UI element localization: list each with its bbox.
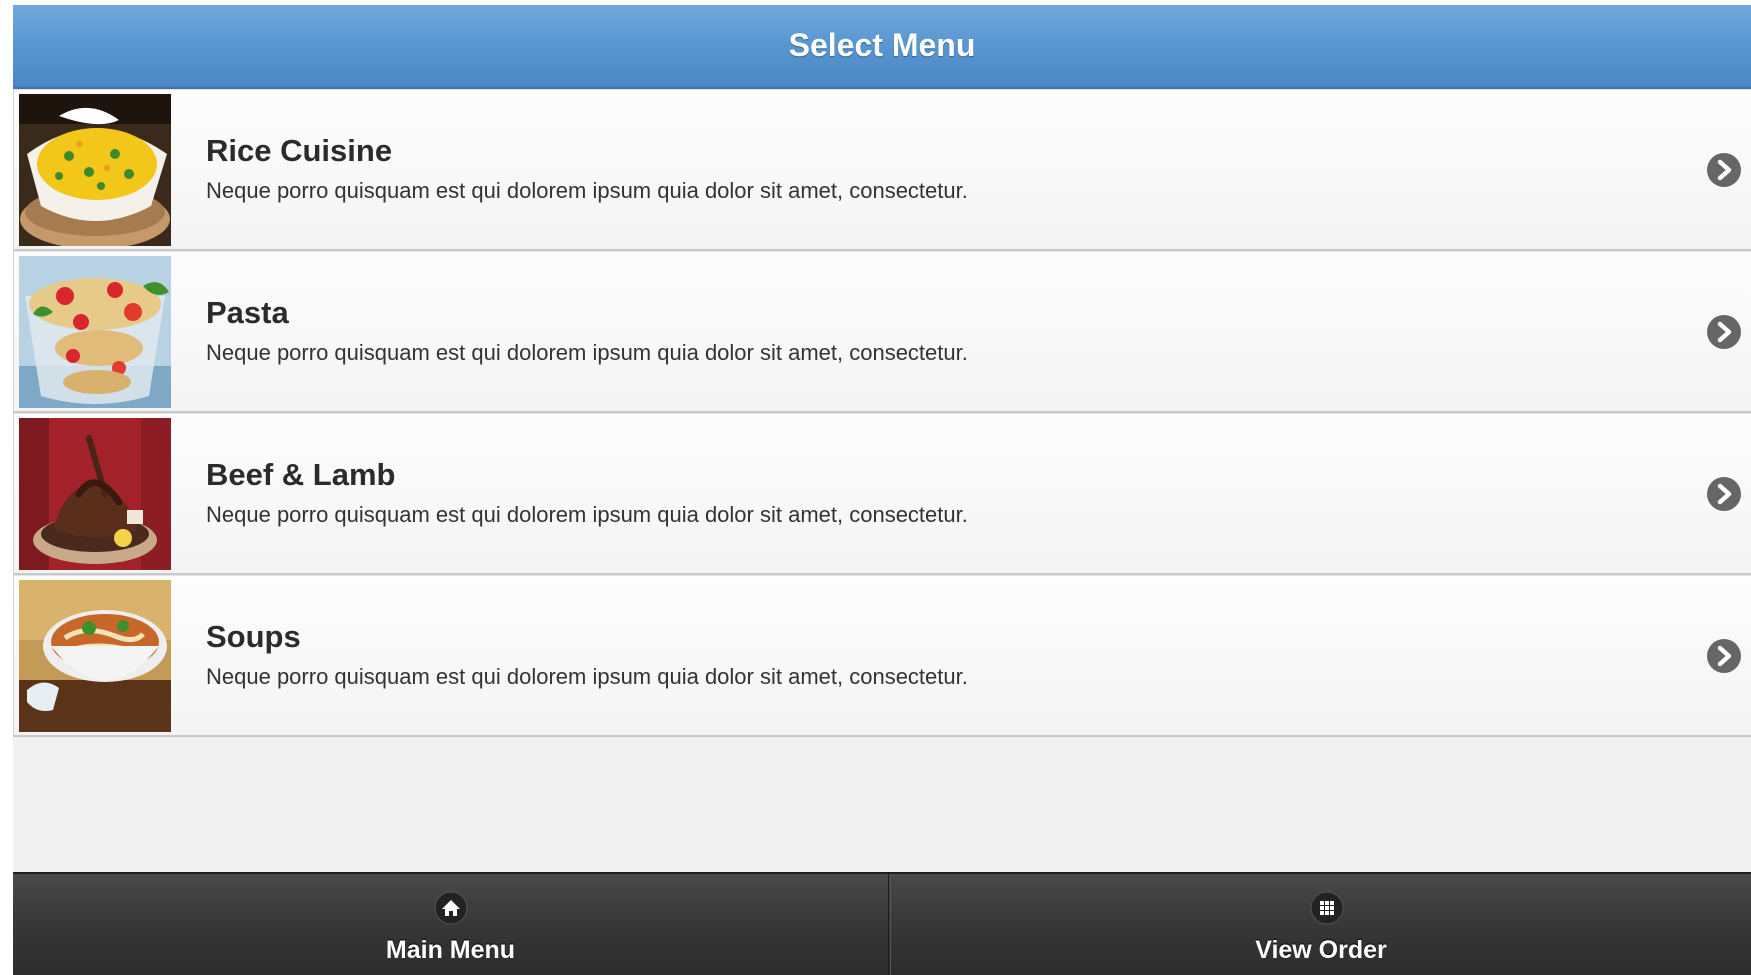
item-title: Pasta xyxy=(206,295,289,330)
roast-meat-thumbnail xyxy=(19,418,171,570)
list-item-soups[interactable]: Soups Neque porro quisquam est qui dolor… xyxy=(13,575,1751,737)
home-icon xyxy=(434,891,468,925)
view-order-button[interactable]: View Order xyxy=(890,874,1751,975)
footer-navbar: Main Menu View Order xyxy=(13,872,1751,975)
rice-dish-thumbnail xyxy=(19,94,171,246)
grid-icon xyxy=(1310,891,1344,925)
item-title: Beef & Lamb xyxy=(206,457,396,492)
chevron-right-circle-icon[interactable] xyxy=(1706,638,1742,674)
item-description: Neque porro quisquam est qui dolorem ips… xyxy=(206,340,968,365)
item-description: Neque porro quisquam est qui dolorem ips… xyxy=(206,178,968,203)
chevron-right-circle-icon[interactable] xyxy=(1706,476,1742,512)
view-order-label: View Order xyxy=(1255,936,1387,964)
app-container: Select Menu Rice Cuisine Neque porro qui… xyxy=(13,5,1751,975)
list-item-rice-cuisine[interactable]: Rice Cuisine Neque porro quisquam est qu… xyxy=(13,89,1751,251)
item-title: Soups xyxy=(206,619,301,654)
menu-list: Rice Cuisine Neque porro quisquam est qu… xyxy=(13,89,1751,737)
chevron-right-circle-icon[interactable] xyxy=(1706,152,1742,188)
main-menu-button[interactable]: Main Menu xyxy=(13,874,889,975)
main-menu-label: Main Menu xyxy=(385,936,516,964)
pasta-salad-thumbnail xyxy=(19,256,171,408)
noodle-soup-thumbnail xyxy=(19,580,171,732)
header-bar: Select Menu xyxy=(13,5,1751,89)
list-item-pasta[interactable]: Pasta Neque porro quisquam est qui dolor… xyxy=(13,251,1751,413)
item-description: Neque porro quisquam est qui dolorem ips… xyxy=(206,502,968,527)
item-description: Neque porro quisquam est qui dolorem ips… xyxy=(206,664,968,689)
item-title: Rice Cuisine xyxy=(206,133,393,168)
page-title: Select Menu xyxy=(788,27,976,63)
list-item-beef-lamb[interactable]: Beef & Lamb Neque porro quisquam est qui… xyxy=(13,413,1751,575)
chevron-right-circle-icon[interactable] xyxy=(1706,314,1742,350)
